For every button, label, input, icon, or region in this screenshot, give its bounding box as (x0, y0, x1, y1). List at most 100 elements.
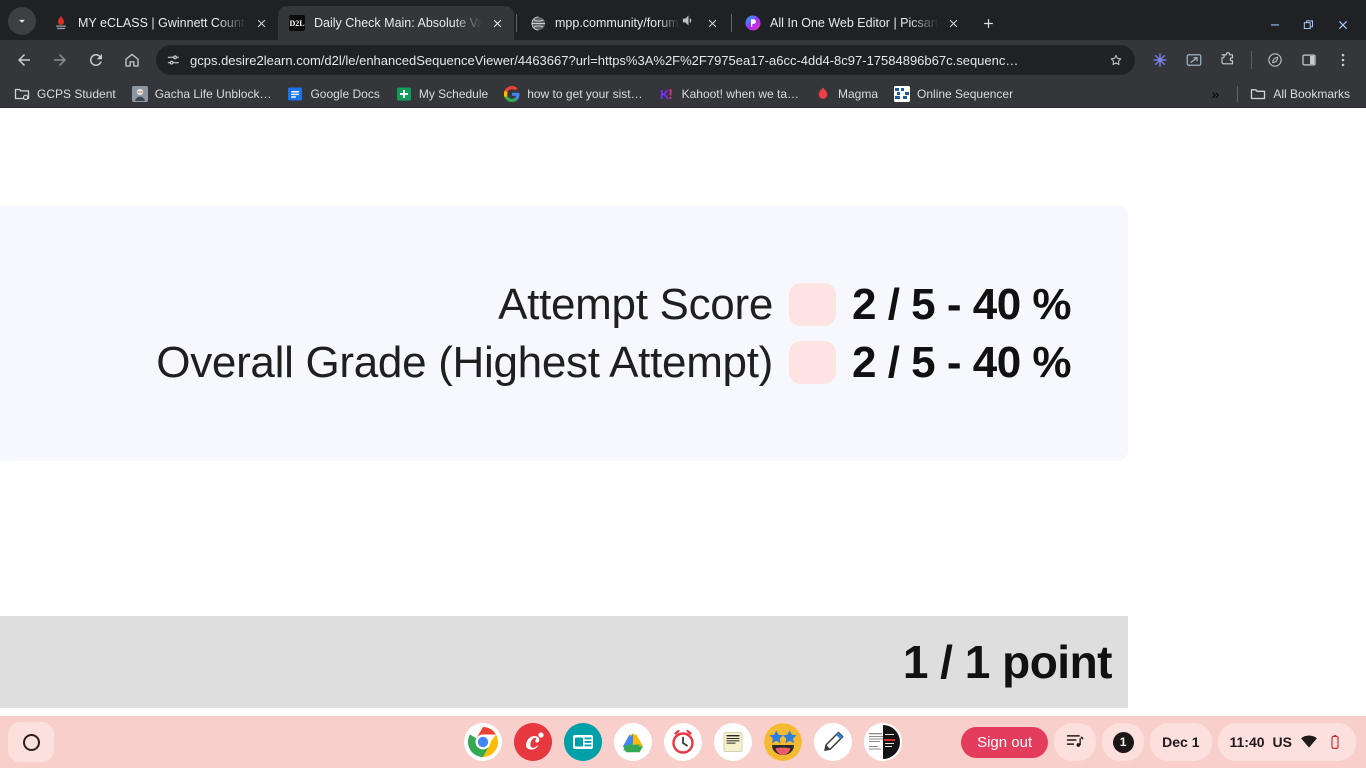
canva-app-icon[interactable] (514, 723, 552, 761)
tune-icon[interactable] (160, 47, 186, 73)
browser-toolbar: gcps.desire2learn.com/d2l/le/enhancedSeq… (0, 40, 1366, 80)
bookmark-how-to-get-your-sister[interactable]: how to get your sist… (496, 83, 650, 105)
pencil-app-icon[interactable] (814, 723, 852, 761)
slides-news-app-icon[interactable] (564, 723, 602, 761)
tab-separator (731, 14, 732, 32)
toolbar-separator (1251, 51, 1252, 69)
bookmark-gacha-life[interactable]: Gacha Life Unblock… (124, 83, 280, 105)
bookmarks-bar: GCPS Student Gacha Life Unblock… Google … (0, 80, 1366, 108)
status-tray-button[interactable]: 11:40 US (1217, 723, 1356, 761)
close-button[interactable] (1326, 10, 1360, 40)
minimize-button[interactable] (1258, 10, 1292, 40)
sheets-icon (396, 86, 412, 102)
tab-separator (516, 14, 517, 32)
score-row-overall: Overall Grade (Highest Attempt) 2 / 5 - … (0, 338, 1120, 388)
question-points-panel: 1 / 1 point (0, 616, 1128, 708)
bookmark-magma[interactable]: Magma (807, 83, 886, 105)
notification-badge: 1 (1112, 731, 1134, 753)
tab-search-button[interactable] (8, 7, 36, 35)
bookmark-star-icon[interactable] (1103, 47, 1129, 73)
tab-list: MY eCLASS | Gwinnett County P D2L Daily … (42, 6, 1258, 40)
bookmark-google-docs[interactable]: Google Docs (279, 83, 387, 105)
gemini-icon[interactable] (1145, 45, 1175, 75)
time-label: 11:40 (1229, 734, 1265, 750)
score-value: 2 / 5 - 40 % (852, 337, 1072, 387)
google-drive-app-icon[interactable] (614, 723, 652, 761)
home-button[interactable] (117, 45, 147, 75)
sign-out-button[interactable]: Sign out (961, 726, 1049, 758)
score-label: Attempt Score (498, 279, 773, 329)
maximize-restore-button[interactable] (1292, 10, 1326, 40)
notepad-app-icon[interactable] (714, 723, 752, 761)
bookmark-online-sequencer[interactable]: Online Sequencer (886, 83, 1021, 105)
bookmark-label: Magma (838, 86, 879, 101)
tab-audio-icon[interactable] (681, 13, 697, 33)
score-status-badge (789, 283, 836, 326)
shelf-app-list (464, 723, 902, 761)
svg-text:K: K (660, 87, 670, 102)
kahoot-icon: K (659, 86, 675, 102)
folder-settings-icon (14, 86, 30, 102)
folder-icon (1250, 86, 1266, 102)
emoji-app-icon[interactable] (764, 723, 802, 761)
tab-title: Daily Check Main: Absolute Val (314, 16, 484, 30)
bookmark-label: how to get your sist… (527, 86, 643, 101)
date-tray-button[interactable]: Dec 1 (1150, 723, 1212, 761)
bookmark-label: Kahoot! when we ta… (681, 86, 799, 101)
docs-icon (287, 86, 303, 102)
launcher-button[interactable] (8, 722, 54, 762)
globe-favicon (530, 15, 546, 31)
tab-close-button[interactable] (944, 14, 962, 32)
tab-close-button[interactable] (252, 14, 270, 32)
tab-mpp-community[interactable]: mpp.community/forum/as (519, 6, 729, 40)
magma-icon (815, 86, 831, 102)
energy-saver-icon[interactable] (1260, 45, 1290, 75)
bookmark-gcps-student[interactable]: GCPS Student (6, 83, 124, 105)
score-summary-panel: Attempt Score 2 / 5 - 40 % Overall Grade… (0, 206, 1128, 461)
bookmark-my-schedule[interactable]: My Schedule (388, 83, 496, 105)
tab-title: MY eCLASS | Gwinnett County P (78, 16, 248, 30)
address-bar[interactable]: gcps.desire2learn.com/d2l/le/enhancedSeq… (156, 45, 1135, 75)
playlist-music-icon (1065, 730, 1085, 755)
notification-counter[interactable]: 1 (1102, 723, 1145, 761)
bookmarks-overflow-chevron[interactable]: » (1202, 86, 1230, 102)
score-label: Overall Grade (Highest Attempt) (156, 337, 773, 387)
extensions-icon[interactable] (1213, 45, 1243, 75)
document-thumbnail-icon[interactable] (864, 723, 902, 761)
tab-title: mpp.community/forum/as (555, 16, 681, 30)
bookmarks-separator (1237, 85, 1239, 102)
new-tab-button[interactable] (974, 9, 1002, 37)
url-text: gcps.desire2learn.com/d2l/le/enhancedSeq… (190, 52, 1019, 68)
bookmark-label: Gacha Life Unblock… (154, 86, 272, 101)
tab-daily-check-main[interactable]: D2L Daily Check Main: Absolute Val (278, 6, 514, 40)
page-viewport: Attempt Score 2 / 5 - 40 % Overall Grade… (0, 108, 1366, 716)
back-button[interactable] (9, 45, 39, 75)
system-tray: Sign out 1 Dec 1 11:40 US (961, 723, 1358, 761)
reload-button[interactable] (81, 45, 111, 75)
battery-low-icon (1326, 733, 1344, 751)
chrome-app-icon[interactable] (464, 723, 502, 761)
score-status-badge (789, 341, 836, 384)
tab-my-eclass[interactable]: MY eCLASS | Gwinnett County P (42, 6, 278, 40)
bookmark-kahoot[interactable]: K Kahoot! when we ta… (651, 83, 807, 105)
tab-picsart-editor[interactable]: All In One Web Editor | Picsart (734, 6, 970, 40)
gacha-icon (131, 85, 148, 102)
d2l-favicon: D2L (289, 15, 305, 31)
score-value: 2 / 5 - 40 % (852, 279, 1072, 329)
forward-button[interactable] (45, 45, 75, 75)
bookmark-label: GCPS Student (37, 86, 116, 101)
media-controls-button[interactable] (1054, 723, 1097, 761)
more-menu-icon[interactable] (1328, 45, 1358, 75)
screencast-icon[interactable] (1179, 45, 1209, 75)
wifi-icon (1300, 733, 1318, 751)
tab-close-button[interactable] (488, 14, 506, 32)
tab-close-button[interactable] (703, 14, 721, 32)
bookmark-label: Online Sequencer (917, 86, 1014, 101)
chevron-down-icon (19, 19, 25, 23)
all-bookmarks-button[interactable]: All Bookmarks (1246, 83, 1358, 105)
browser-window: MY eCLASS | Gwinnett County P D2L Daily … (0, 0, 1366, 716)
side-panel-icon[interactable] (1294, 45, 1324, 75)
locale-label: US (1272, 734, 1292, 750)
score-row-attempt: Attempt Score 2 / 5 - 40 % (0, 280, 1120, 330)
clock-app-icon[interactable] (664, 723, 702, 761)
